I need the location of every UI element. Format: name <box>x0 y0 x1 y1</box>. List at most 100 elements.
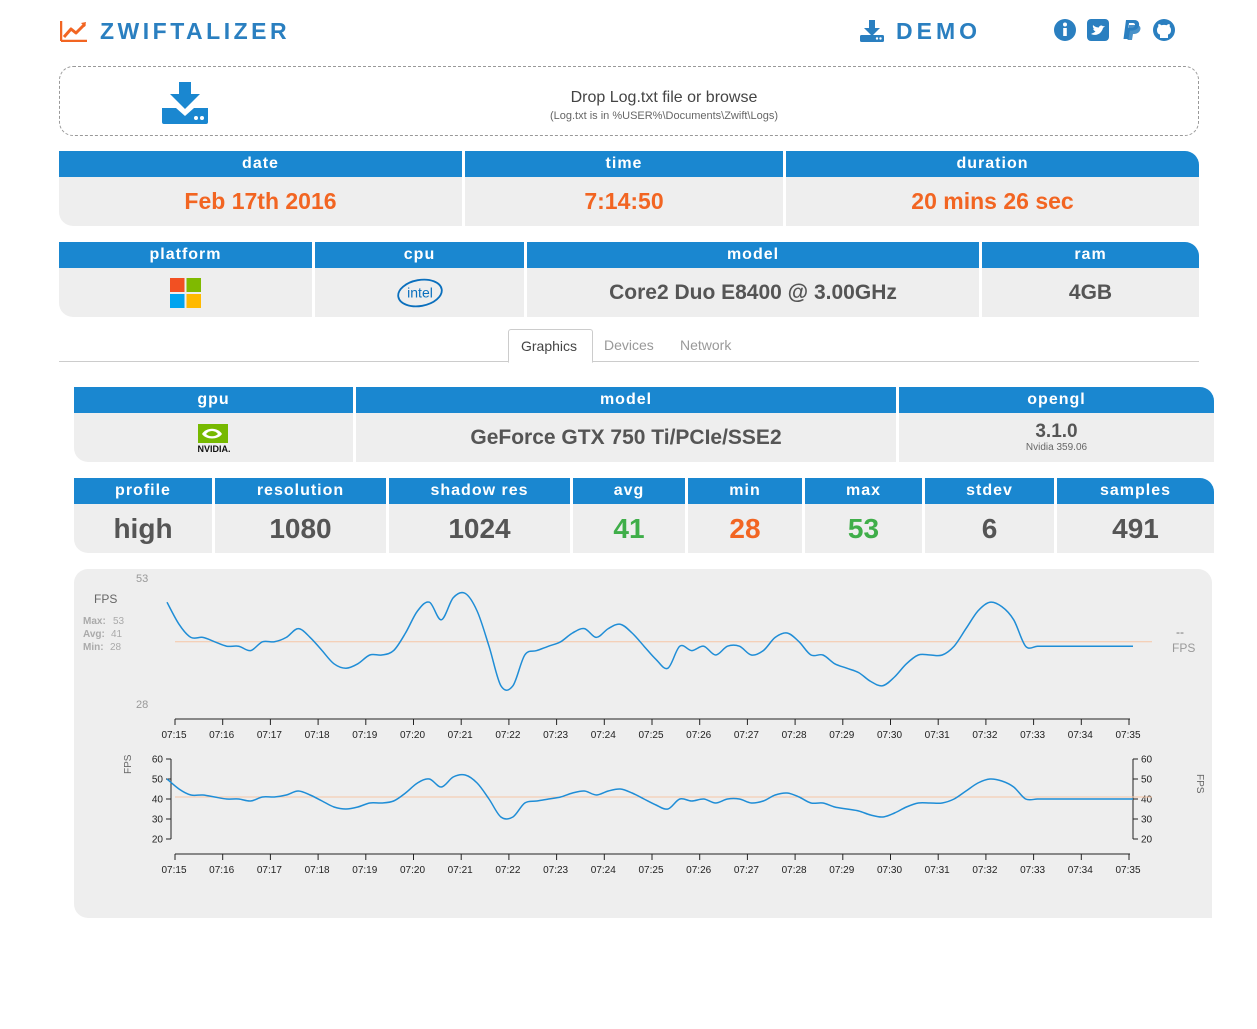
overview-x-tick-label: 07:15 <box>161 865 186 876</box>
trend-chart-icon <box>60 21 87 42</box>
main-x-tick-label: 07:34 <box>1068 730 1093 741</box>
main-x-tick-label: 07:18 <box>305 730 330 741</box>
duration-cell: duration 20 mins 26 sec <box>786 151 1199 226</box>
main-y-min-label: 28 <box>136 699 148 711</box>
platform-cell: platform <box>59 242 312 317</box>
main-x-tick-label: 07:33 <box>1020 730 1045 741</box>
profile-header: profile <box>74 478 212 504</box>
shadow-res-cell: shadow res 1024 <box>389 478 570 553</box>
stats-table: profile high resolution 1080 shadow res … <box>74 478 1214 553</box>
main-x-tick-label: 07:17 <box>257 730 282 741</box>
brand[interactable]: ZWIFTALIZER <box>60 14 290 48</box>
overview-y-tick-label-left: 60 <box>152 755 164 766</box>
main-x-tick-label: 07:16 <box>209 730 234 741</box>
overview-x-tick-label: 07:18 <box>305 865 330 876</box>
stdev-header: stdev <box>925 478 1054 504</box>
overview-x-tick-label: 07:20 <box>400 865 425 876</box>
ram-header: ram <box>982 242 1199 268</box>
gpu-header: gpu <box>74 387 353 413</box>
main-x-tick-label: 07:28 <box>782 730 807 741</box>
opengl-driver: Nvidia 359.06 <box>1025 441 1088 453</box>
overview-x-tick-label: 07:21 <box>448 865 473 876</box>
max-cell: max 53 <box>805 478 922 553</box>
overview-x-tick-label: 07:31 <box>925 865 950 876</box>
overview-x-tick-label: 07:24 <box>591 865 616 876</box>
main-x-tick-label: 07:23 <box>543 730 568 741</box>
cpu-cell: cpu intel <box>315 242 524 317</box>
github-icon[interactable] <box>1152 18 1176 42</box>
cpu-header: cpu <box>315 242 524 268</box>
tab-devices[interactable]: Devices <box>592 329 666 362</box>
tab-network[interactable]: Network <box>668 329 743 362</box>
main-x-tick-label: 07:30 <box>877 730 902 741</box>
fps-label: FPS <box>94 592 117 606</box>
platform-header: platform <box>59 242 312 268</box>
main-x-tick-label: 07:27 <box>734 730 759 741</box>
min-header: min <box>688 478 802 504</box>
gpu-model-header: model <box>356 387 896 413</box>
ram-value: 4GB <box>1068 280 1113 304</box>
opengl-header: opengl <box>899 387 1214 413</box>
duration-header: duration <box>786 151 1199 177</box>
avg-value: 41 <box>613 512 645 544</box>
avg-cell: avg 41 <box>573 478 685 553</box>
stdev-cell: stdev 6 <box>925 478 1054 553</box>
duration-value: 20 mins 26 sec <box>911 188 1074 214</box>
overview-x-tick-label: 07:30 <box>877 865 902 876</box>
overview-y-tick-label-right: 30 <box>1141 815 1153 826</box>
main-x-tick-label: 07:32 <box>972 730 997 741</box>
max-value: 53 <box>847 512 880 544</box>
main-fps-plot[interactable]: 07:15 07:16 07:17 07:18 07:19 07:20 07:21 07:22… <box>161 591 1152 741</box>
min-value: 28 <box>729 512 761 544</box>
current-fps-unit: FPS <box>1172 641 1195 655</box>
demo-label: DEMO <box>896 17 981 44</box>
overview-fps-plot[interactable]: 20 20 30 30 40 40 50 50 60 60 07:15 07:16 07:17 07:18… <box>152 755 1153 877</box>
overview-y-tick-label-left: 40 <box>152 795 164 806</box>
nvidia-logo: NVIDIA. <box>197 423 230 454</box>
log-dropzone[interactable]: Drop Log.txt file or browse (Log.txt is … <box>59 66 1199 136</box>
overview-x-tick-label: 07:22 <box>495 865 520 876</box>
cpu-model-cell: model Core2 Duo E8400 @ 3.00GHz <box>527 242 979 317</box>
time-cell: time 7:14:50 <box>465 151 783 226</box>
ram-cell: ram 4GB <box>982 242 1199 317</box>
session-table: date Feb 17th 2016 time 7:14:50 duration… <box>59 151 1199 226</box>
date-value: Feb 17th 2016 <box>184 188 337 214</box>
windows-logo <box>170 277 201 308</box>
overview-x-tick-label: 07:25 <box>638 865 663 876</box>
info-icon[interactable] <box>1053 18 1077 42</box>
dropzone-title: Drop Log.txt file or browse <box>570 89 758 106</box>
gpu-model-cell: model GeForce GTX 750 Ti/PCIe/SSE2 <box>356 387 896 462</box>
overview-x-tick-label: 07:29 <box>829 865 854 876</box>
opengl-cell: opengl 3.1.0 Nvidia 359.06 <box>899 387 1214 462</box>
demo-button[interactable]: DEMO <box>860 14 981 48</box>
main-x-tick-label: 07:35 <box>1115 730 1140 741</box>
main-x-tick-label: 07:19 <box>352 730 377 741</box>
dropzone-subtitle: (Log.txt is in %USER%\Documents\Zwift\Lo… <box>549 110 779 122</box>
max-stat-value: 53 <box>113 616 125 627</box>
time-value: 7:14:50 <box>584 188 664 214</box>
paypal-icon[interactable] <box>1119 18 1143 42</box>
stdev-value: 6 <box>981 512 998 544</box>
main-x-tick-label: 07:21 <box>448 730 473 741</box>
max-header: max <box>805 478 922 504</box>
main-x-tick-label: 07:15 <box>161 730 186 741</box>
resolution-header: resolution <box>215 478 386 504</box>
overview-y-label-left: FPS <box>123 754 134 774</box>
overview-y-label-right: FPS <box>1194 774 1205 794</box>
overview-y-tick-label-right: 60 <box>1141 755 1153 766</box>
max-stat-label: Max: <box>83 616 106 627</box>
profile-value: high <box>113 512 173 544</box>
fps-chart-panel: 53 28 FPS Max: 53 Avg: 41 Min: 28 -- FPS… <box>74 569 1212 918</box>
fps-chart[interactable]: 53 28 FPS Max: 53 Avg: 41 Min: 28 -- FPS… <box>74 569 1212 918</box>
main-x-tick-label: 07:29 <box>829 730 854 741</box>
overview-y-tick-label-left: 20 <box>152 835 164 846</box>
date-cell: date Feb 17th 2016 <box>59 151 462 226</box>
intel-logo: intel <box>396 278 443 307</box>
overview-x-tick-label: 07:23 <box>543 865 568 876</box>
tab-graphics[interactable]: Graphics <box>508 329 593 363</box>
overview-x-tick-label: 07:26 <box>686 865 711 876</box>
overview-y-tick-label-right: 20 <box>1141 835 1153 846</box>
resolution-value: 1080 <box>269 512 332 544</box>
twitter-icon[interactable] <box>1086 18 1110 42</box>
main-x-tick-label: 07:24 <box>591 730 616 741</box>
